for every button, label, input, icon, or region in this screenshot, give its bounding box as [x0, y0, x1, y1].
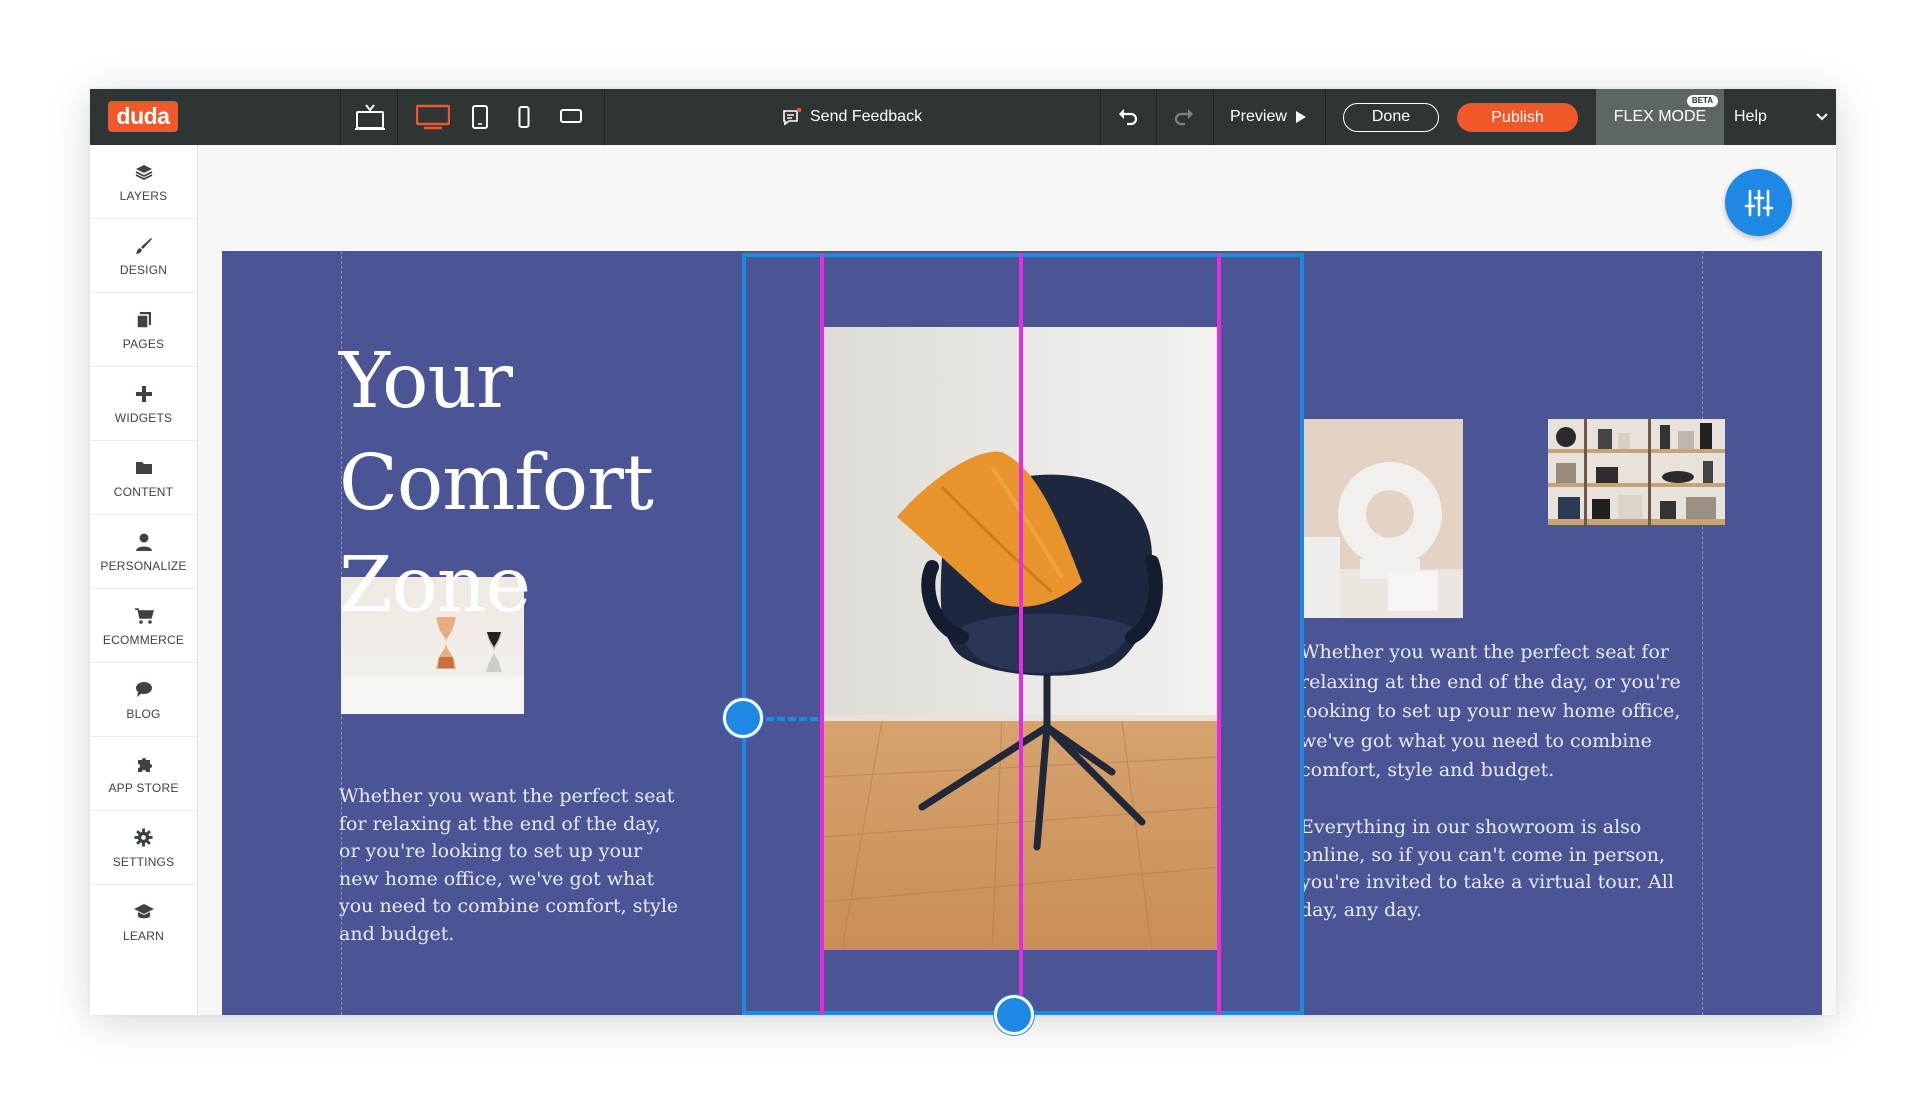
preview-button[interactable]: Preview — [1230, 89, 1307, 145]
snap-guide — [820, 253, 824, 1015]
sidebar-item-blog[interactable]: BLOG — [90, 663, 197, 737]
sidebar-item-label: LAYERS — [119, 188, 168, 203]
sidebar-item-widgets[interactable]: WIDGETS — [90, 367, 197, 441]
graduation-cap-icon — [133, 904, 154, 919]
sidebar-item-label: ECOMMERCE — [102, 632, 185, 647]
right-paragraph[interactable]: Whether you want the perfect seat for re… — [1300, 638, 1700, 786]
mobile-landscape-icon[interactable] — [560, 108, 582, 124]
redo-icon[interactable] — [1172, 105, 1196, 129]
cart-icon — [134, 607, 154, 624]
vase-image[interactable] — [1300, 419, 1463, 618]
hero-title-line: Comfort — [339, 439, 654, 528]
tablet-device-icon[interactable] — [471, 105, 489, 129]
sidebar-item-label: DESIGN — [119, 262, 168, 277]
flex-mode-label: FLEX MODE — [1613, 108, 1707, 125]
sidebar-item-settings[interactable]: SETTINGS — [90, 811, 197, 885]
bottom-resize-handle[interactable] — [994, 995, 1034, 1035]
sidebar-item-label: WIDGETS — [114, 410, 173, 425]
pages-icon — [135, 311, 151, 329]
send-feedback-label: Send Feedback — [810, 108, 923, 125]
sidebar-item-pages[interactable]: PAGES — [90, 293, 197, 367]
sidebar-item-content[interactable]: CONTENT — [90, 441, 197, 515]
hero-title[interactable]: Your Comfort Zone — [339, 331, 699, 637]
toolbar-divider — [1213, 89, 1214, 145]
canvas-header-area — [222, 145, 1822, 251]
editor-window: duda Send Feedback Preview Done Publish … — [90, 89, 1836, 1035]
sidebar-item-layers[interactable]: LAYERS — [90, 145, 197, 219]
sidebar-item-label: LEARN — [122, 929, 164, 943]
sidebar-item-learn[interactable]: LEARN — [90, 885, 197, 959]
toolbar-divider — [397, 89, 398, 145]
top-toolbar: duda Send Feedback Preview Done Publish … — [90, 89, 1836, 145]
section-settings-button[interactable] — [1725, 169, 1792, 236]
gear-icon — [134, 828, 153, 847]
publish-button[interactable]: Publish — [1457, 103, 1578, 132]
left-resize-handle[interactable] — [723, 698, 763, 738]
speech-bubble-icon — [135, 682, 152, 697]
hero-section[interactable]: Your Comfort Zone Whether you want the p… — [222, 251, 1822, 1015]
sidebar-item-label: SETTINGS — [112, 854, 175, 869]
sliders-icon — [1744, 189, 1773, 216]
feedback-icon — [783, 107, 802, 126]
sidebar-item-label: APP STORE — [108, 780, 179, 795]
toolbar-divider — [1156, 89, 1157, 145]
plus-icon — [135, 385, 152, 402]
sidebar-item-label: CONTENT — [113, 484, 174, 499]
play-icon — [1295, 111, 1306, 123]
toolbar-divider — [1100, 89, 1101, 145]
sidebar-item-label: PERSONALIZE — [100, 558, 187, 573]
hero-title-line: Your — [339, 337, 513, 426]
beta-badge: BETA — [1686, 95, 1718, 107]
spacing-indicator — [766, 717, 818, 721]
mobile-device-icon[interactable] — [518, 106, 530, 128]
preview-label: Preview — [1230, 108, 1287, 125]
left-sidebar: LAYERS DESIGN PAGES WIDGETS CONTENT PERS… — [90, 145, 198, 1015]
sidebar-item-design[interactable]: DESIGN — [90, 219, 197, 293]
undo-icon[interactable] — [1116, 105, 1140, 129]
snap-guide — [1019, 253, 1023, 1015]
site-template-icon[interactable] — [354, 102, 386, 132]
toolbar-divider — [1325, 89, 1326, 145]
folder-icon — [135, 462, 152, 474]
duda-logo[interactable]: duda — [108, 101, 178, 132]
shelf-photo — [1548, 419, 1725, 525]
vase-photo — [1300, 419, 1463, 618]
toolbar-divider — [604, 89, 605, 145]
left-paragraph[interactable]: Whether you want the perfect seat for re… — [339, 783, 679, 948]
puzzle-icon — [137, 757, 152, 772]
done-button[interactable]: Done — [1343, 103, 1439, 132]
hero-title-line: Zone — [339, 541, 531, 630]
column-guide — [1702, 251, 1703, 1015]
chevron-down-icon[interactable] — [1816, 113, 1828, 121]
sidebar-item-ecommerce[interactable]: ECOMMERCE — [90, 589, 197, 663]
help-menu[interactable]: Help — [1734, 89, 1767, 145]
sidebar-item-label: PAGES — [122, 336, 165, 351]
layers-icon — [135, 164, 152, 180]
sidebar-item-personalize[interactable]: PERSONALIZE — [90, 515, 197, 589]
desktop-device-icon[interactable] — [416, 104, 450, 130]
toolbar-divider — [340, 89, 341, 145]
right-paragraph-secondary[interactable]: Everything in our showroom is also onlin… — [1300, 814, 1690, 924]
person-icon — [135, 533, 152, 551]
send-feedback-button[interactable]: Send Feedback — [782, 89, 922, 145]
sidebar-item-label: BLOG — [126, 706, 161, 721]
brush-icon — [135, 237, 152, 254]
snap-guide — [1217, 253, 1221, 1015]
sidebar-item-app-store[interactable]: APP STORE — [90, 737, 197, 811]
shelf-image[interactable] — [1548, 419, 1725, 525]
flex-mode-toggle[interactable]: FLEX MODE BETA — [1596, 89, 1724, 145]
